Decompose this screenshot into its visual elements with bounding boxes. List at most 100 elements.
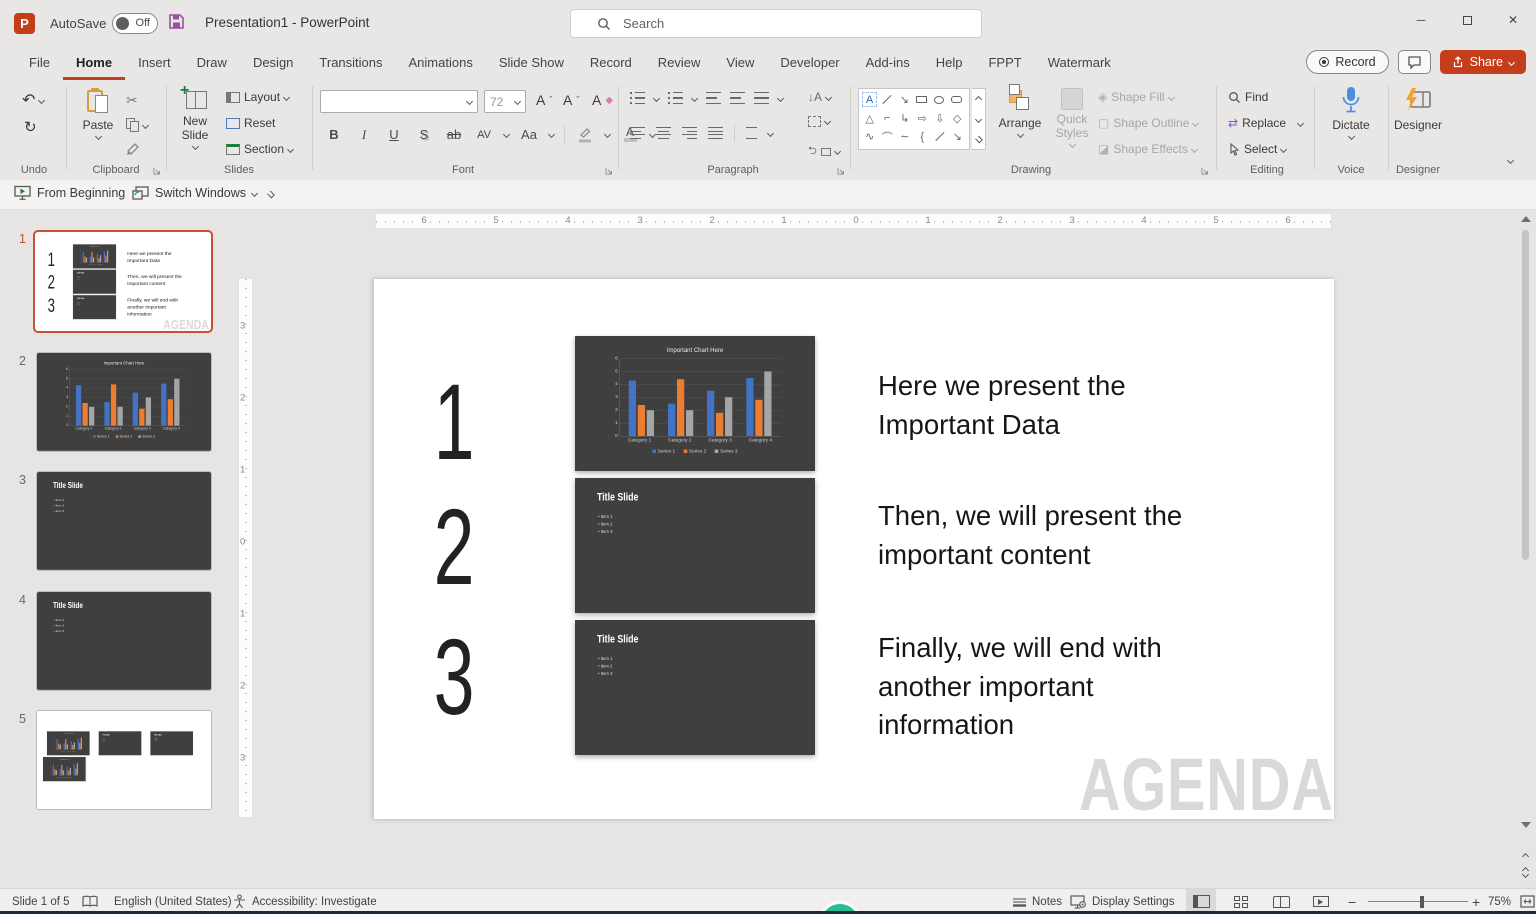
- agenda-number[interactable]: 3: [45, 295, 58, 315]
- tab-watermark[interactable]: Watermark: [1035, 47, 1124, 80]
- close-button[interactable]: ✕: [1490, 0, 1536, 40]
- agenda-number[interactable]: 2: [419, 492, 490, 602]
- toolbar-overflow-icon[interactable]: [267, 190, 275, 199]
- horizontal-ruler[interactable]: 6 5 4 3 2 1 0 1 2 3 4 5 6: [375, 213, 1332, 229]
- slide-canvas[interactable]: 1 Important Chart Here 0 1 2 3 4 5 6 Category 1 Ca…: [373, 278, 1334, 819]
- character-spacing-button[interactable]: AV: [474, 124, 494, 145]
- comments-button[interactable]: [1397, 50, 1431, 74]
- bullets-button[interactable]: [630, 91, 645, 105]
- designer-button[interactable]: Designer: [1390, 86, 1446, 132]
- scroll-down-icon[interactable]: [1521, 822, 1531, 828]
- agenda-preview-title[interactable]: Title Slide • Item 1 • Item 2 • Item 3: [575, 478, 815, 613]
- agenda-preview-title[interactable]: Title Slide • Item 1 • Item 2 • Item 3: [575, 620, 815, 755]
- shape-fill-button[interactable]: ◈ Shape Fill: [1098, 90, 1175, 104]
- agenda-number[interactable]: 3: [419, 622, 490, 732]
- agenda-text[interactable]: Finally, we will end with another import…: [878, 629, 1223, 745]
- zoom-thumb[interactable]: [1420, 895, 1424, 908]
- agenda-text[interactable]: Finally, we will end with another import…: [127, 297, 189, 318]
- undo-button[interactable]: ↶: [22, 90, 46, 110]
- select-button[interactable]: Select: [1228, 142, 1288, 156]
- format-painter-button[interactable]: [126, 142, 141, 156]
- shape-arrow-line-icon[interactable]: ↘: [896, 91, 914, 108]
- shape-effects-button[interactable]: ◪ Shape Effects: [1098, 142, 1198, 156]
- align-text-button[interactable]: [808, 116, 832, 127]
- shape-oval-icon[interactable]: [931, 91, 949, 108]
- slide-thumbnail-5[interactable]: Important Chart Here 0 1 2 3 4 5 6 Category 1 Cat…: [36, 710, 212, 810]
- agenda-text[interactable]: Here we present the Important Data: [127, 250, 189, 264]
- switch-windows-button[interactable]: Switch Windows: [132, 185, 259, 201]
- copy-button[interactable]: [126, 118, 150, 132]
- minimize-button[interactable]: ─: [1398, 0, 1444, 40]
- change-case-button[interactable]: Aa: [519, 124, 539, 145]
- shape-textbox-icon[interactable]: A: [862, 92, 877, 107]
- layout-button[interactable]: Layout: [226, 90, 291, 104]
- shape-elbow-icon[interactable]: ⌐: [879, 110, 897, 127]
- agenda-number[interactable]: 1: [419, 367, 490, 477]
- agenda-preview-chart[interactable]: Important Chart Here 0 1 2 3 4 5 6 Category 1 Cat…: [73, 244, 117, 269]
- tab-draw[interactable]: Draw: [184, 47, 240, 80]
- shape-line2-icon[interactable]: [931, 128, 949, 145]
- reset-button[interactable]: Reset: [226, 116, 275, 130]
- tab-transitions[interactable]: Transitions: [306, 47, 395, 80]
- increase-indent-button[interactable]: [730, 92, 745, 104]
- tab-file[interactable]: File: [16, 47, 63, 80]
- align-right-button[interactable]: [682, 127, 697, 139]
- replace-button[interactable]: ⇄ Replace: [1228, 116, 1305, 130]
- vertical-scrollbar[interactable]: [1518, 210, 1534, 893]
- agenda-text[interactable]: Here we present the Important Data: [878, 367, 1223, 444]
- shrink-font-button[interactable]: Aˇ: [563, 92, 579, 108]
- shape-outline-button[interactable]: ▢ Shape Outline: [1098, 116, 1200, 130]
- tab-record[interactable]: Record: [577, 47, 645, 80]
- tab-review[interactable]: Review: [645, 47, 714, 80]
- columns-button[interactable]: [746, 127, 757, 139]
- record-button[interactable]: Record: [1306, 50, 1389, 74]
- agenda-preview-chart[interactable]: Important Chart Here 0 1 2 3 4 5 6 Category 1 Cat…: [575, 336, 815, 471]
- vertical-ruler[interactable]: 3 2 1 0 1 2 3: [238, 278, 253, 818]
- shape-rectangle-icon[interactable]: [913, 91, 931, 108]
- strikethrough-button[interactable]: ab: [444, 124, 464, 145]
- tab-home[interactable]: Home: [63, 47, 125, 80]
- text-shadow-button[interactable]: S: [414, 124, 434, 145]
- underline-button[interactable]: U: [384, 124, 404, 145]
- text-direction-button[interactable]: ↓A: [808, 90, 833, 104]
- clipboard-dialog-launcher[interactable]: [152, 166, 162, 176]
- tab-insert[interactable]: Insert: [125, 47, 184, 80]
- agenda-preview-title[interactable]: Title Slide • Item 1 • Item 2 • Item 3: [73, 295, 117, 320]
- shape-gallery[interactable]: A ↘ △ ⌐ ↳ ⇨ ⇩ ◇ ∿ ⌒ ∼ { ↘: [858, 88, 970, 150]
- shape-down-arrow-icon[interactable]: ⇩: [931, 110, 949, 127]
- tab-help[interactable]: Help: [923, 47, 976, 80]
- font-name-combo[interactable]: [320, 90, 478, 113]
- maximize-button[interactable]: [1444, 0, 1490, 40]
- collapse-ribbon-icon[interactable]: [1506, 156, 1515, 165]
- align-center-button[interactable]: [656, 127, 671, 139]
- scrollbar-thumb[interactable]: [1522, 230, 1529, 560]
- shape-triangle-icon[interactable]: △: [861, 110, 879, 127]
- convert-smartart-button[interactable]: ⮌: [808, 142, 841, 161]
- paste-button[interactable]: Paste: [76, 88, 120, 141]
- slide-thumbnail-3[interactable]: Title Slide • Item 1 • Item 2 • Item 3: [36, 471, 212, 571]
- decrease-indent-button[interactable]: [706, 92, 721, 104]
- dictate-button[interactable]: Dictate: [1322, 86, 1380, 141]
- shape-brace-icon[interactable]: {: [914, 128, 932, 145]
- font-size-combo[interactable]: 72: [484, 90, 526, 113]
- scroll-up-icon[interactable]: [1521, 216, 1531, 222]
- section-button[interactable]: Section: [226, 142, 295, 156]
- line-spacing-button[interactable]: [754, 92, 769, 104]
- tab-view[interactable]: View: [713, 47, 767, 80]
- font-dialog-launcher[interactable]: [604, 166, 614, 176]
- shape-scribble-icon[interactable]: ∿: [861, 128, 879, 145]
- search-input[interactable]: Search: [570, 9, 982, 38]
- shape-arc-icon[interactable]: ⌒: [879, 128, 897, 145]
- share-button[interactable]: Share: [1439, 50, 1526, 74]
- shape-line-icon[interactable]: [878, 91, 896, 108]
- tab-add-ins[interactable]: Add-ins: [853, 47, 923, 80]
- tab-slide-show[interactable]: Slide Show: [486, 47, 577, 80]
- agenda-number[interactable]: 1: [45, 250, 58, 270]
- tab-fppt[interactable]: FPPT: [975, 47, 1034, 80]
- slide-thumbnail-4[interactable]: Title Slide • Item 1 • Item 2 • Item 3: [36, 591, 212, 691]
- tab-developer[interactable]: Developer: [767, 47, 852, 80]
- agenda-number[interactable]: 2: [45, 272, 58, 292]
- tab-animations[interactable]: Animations: [396, 47, 486, 80]
- agenda-text[interactable]: Then, we will present the important cont…: [878, 497, 1223, 574]
- justify-button[interactable]: [708, 127, 723, 139]
